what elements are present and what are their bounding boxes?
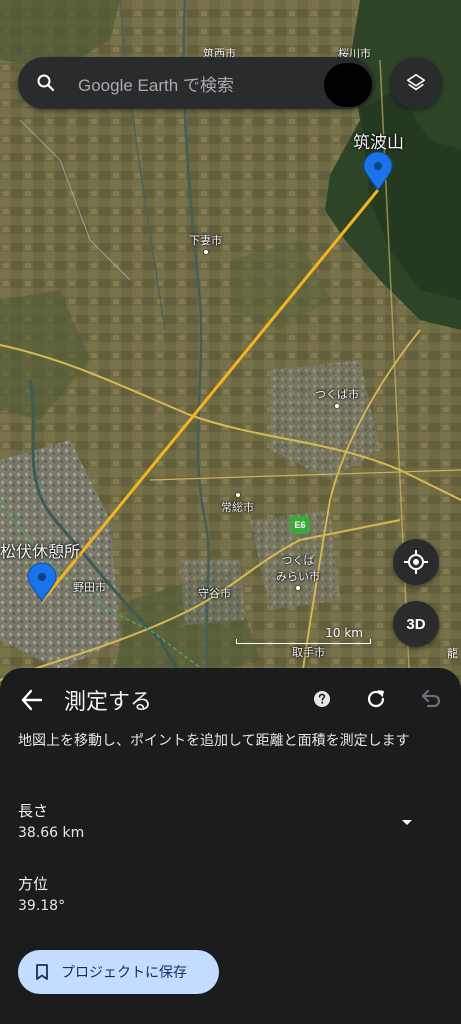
place-label-tsukubamirai[interactable]: つくば みらい市 <box>276 552 320 590</box>
place-dot <box>235 493 240 497</box>
avatar[interactable] <box>324 63 372 107</box>
search-bar[interactable]: Google Earth で検索 <box>18 57 374 109</box>
layers-icon <box>406 73 426 91</box>
place-label-tsukubasan[interactable]: 筑波山 <box>353 128 404 153</box>
measure-instructions: 地図上を移動し、ポイントを追加して距離と面積を測定します <box>18 733 410 749</box>
save-to-project-label: プロジェクトに保存 <box>61 965 187 981</box>
scale-bar: 10 km <box>236 626 371 646</box>
search-placeholder: Google Earth で検索 <box>78 75 234 95</box>
place-label-tsukuba[interactable]: つくば市 <box>315 386 359 408</box>
search-icon <box>37 74 55 92</box>
scale-label: 10 km <box>325 626 363 640</box>
layers-button[interactable] <box>390 57 442 109</box>
measure-panel-header: 測定する <box>0 668 461 732</box>
place-label-joso[interactable]: 常総市 <box>221 493 254 515</box>
place-dot <box>335 404 339 408</box>
back-arrow-icon[interactable] <box>18 686 46 714</box>
place-label-matsubushi[interactable]: 松伏休憩所 <box>0 538 80 562</box>
3d-toggle-button[interactable]: 3D <box>393 601 439 647</box>
bearing-label: 方位 <box>18 875 49 893</box>
place-name: 下妻市 <box>189 234 222 247</box>
save-to-project-button[interactable]: プロジェクトに保存 <box>18 950 219 994</box>
length-label: 長さ <box>18 802 49 820</box>
place-name: つくば市 <box>315 388 359 401</box>
bearing-value: 39.18° <box>18 898 66 914</box>
crosshair-icon <box>404 550 428 574</box>
page-title: 測定する <box>64 690 153 715</box>
bookmark-icon <box>36 964 48 980</box>
chevron-down-icon[interactable] <box>397 812 417 832</box>
place-label-noda[interactable]: 野田市 <box>73 579 106 595</box>
scale-line <box>236 639 371 644</box>
highway-badge: E6 <box>290 516 310 534</box>
place-dot <box>203 250 208 254</box>
place-name: みらい市 <box>276 570 320 583</box>
place-label-moriya[interactable]: 守谷市 <box>198 585 231 601</box>
place-label-ryugasaki: 龍 <box>447 647 458 660</box>
place-name: 常総市 <box>221 501 254 514</box>
undo-icon[interactable] <box>417 686 443 712</box>
place-label-toride[interactable]: 取手市 <box>292 644 325 660</box>
satellite-map[interactable]: 筑西市 桜川市 筑波山 下妻市 つくば市 常総市 つくば みらい市 守谷市 野田… <box>0 0 461 690</box>
redo-icon[interactable] <box>363 686 389 712</box>
place-dot <box>296 586 300 590</box>
place-label-shimotsuma[interactable]: 下妻市 <box>189 232 222 254</box>
my-location-button[interactable] <box>393 539 439 585</box>
help-icon[interactable] <box>311 688 333 710</box>
measure-panel: 測定する 地図上を移動し、ポイントを追加して距離と面積を測定します 長さ 38.… <box>0 668 461 1024</box>
place-name: つくば <box>281 554 315 567</box>
length-value: 38.66 km <box>18 825 85 841</box>
